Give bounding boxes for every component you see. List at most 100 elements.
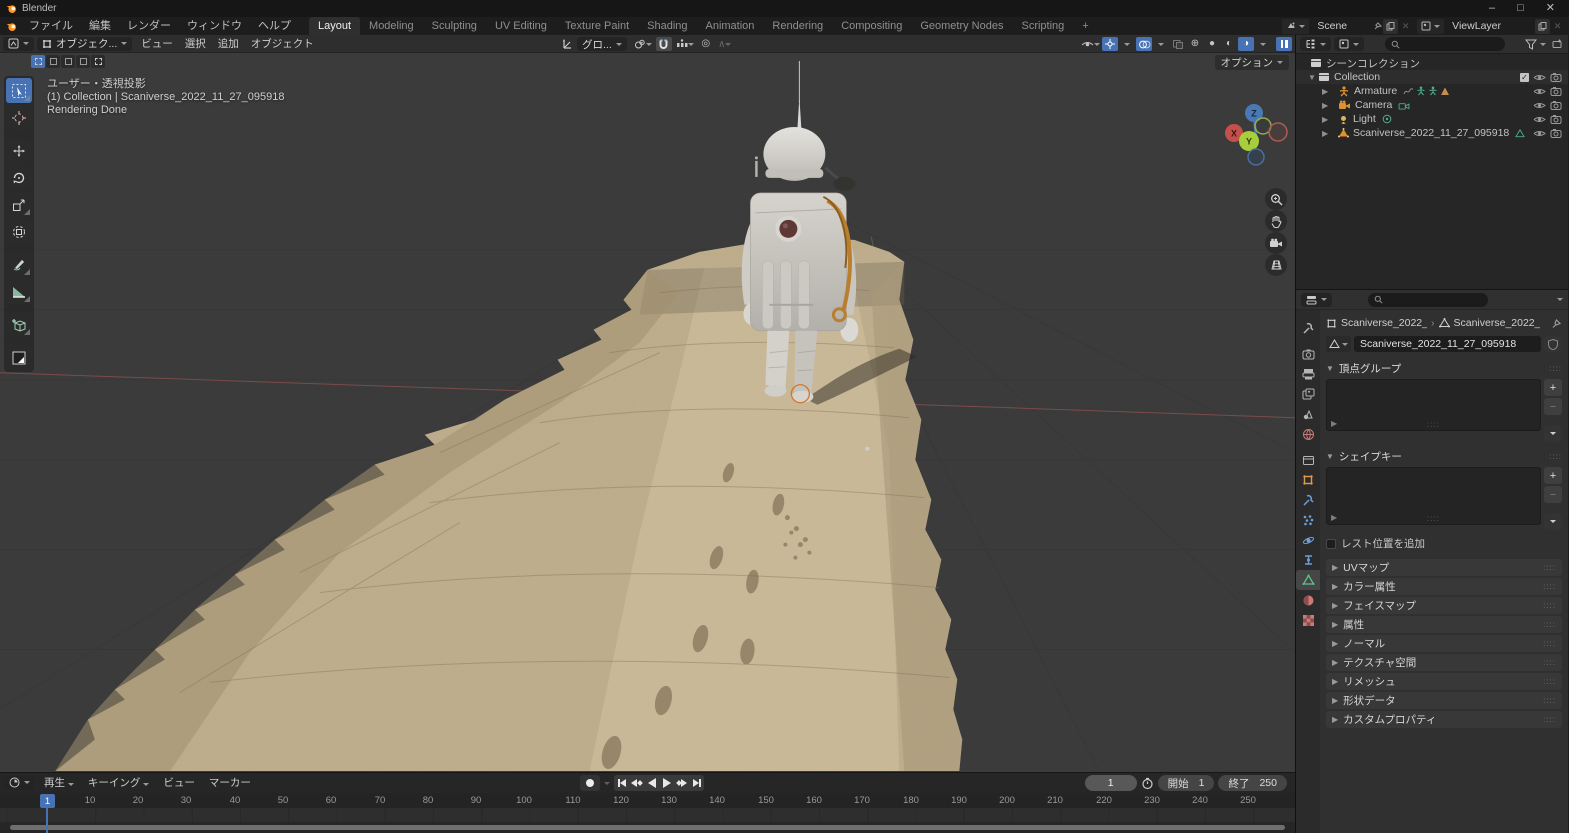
- outliner-row-light[interactable]: ▶ Light: [1296, 112, 1568, 126]
- overlays-dropdown[interactable]: [1153, 37, 1169, 51]
- tab-shading[interactable]: Shading: [638, 17, 696, 35]
- tool-add-cube[interactable]: [6, 312, 32, 337]
- 3d-viewport[interactable]: オプション: [0, 53, 1295, 772]
- select-mode-subtract[interactable]: [61, 55, 75, 68]
- show-overlays-toggle[interactable]: [1136, 37, 1152, 51]
- tab-sculpting[interactable]: Sculpting: [423, 17, 486, 35]
- xray-toggle[interactable]: [1170, 37, 1186, 51]
- vertex-groups-list[interactable]: ▶::::: [1326, 379, 1541, 431]
- tab-world[interactable]: [1296, 424, 1320, 444]
- menu-edit[interactable]: 編集: [81, 17, 119, 35]
- panel-uv-maps[interactable]: ▶UVマップ::::: [1326, 559, 1562, 576]
- timeline-ruler[interactable]: 10 20 30 40 50 60 70 80 90 100 110 120 1…: [0, 793, 1295, 809]
- options-dropdown[interactable]: オプション: [1215, 55, 1290, 70]
- menu-render[interactable]: レンダー: [119, 17, 179, 35]
- tab-particles[interactable]: [1296, 510, 1320, 530]
- new-collection-button[interactable]: [1549, 37, 1564, 52]
- shape-key-specials-button[interactable]: [1544, 513, 1562, 530]
- rest-position-checkbox[interactable]: [1326, 539, 1336, 549]
- close-button[interactable]: ✕: [1546, 1, 1555, 16]
- viewport-menu-add[interactable]: 追加: [212, 36, 245, 51]
- filter-icon[interactable]: [1525, 39, 1537, 50]
- shading-rendered-button[interactable]: ◑: [1238, 37, 1254, 51]
- pivot-point-dropdown[interactable]: [633, 37, 653, 51]
- tab-rendering[interactable]: Rendering: [763, 17, 832, 35]
- mesh-name-field[interactable]: Scaniverse_2022_11_27_095918: [1354, 336, 1541, 352]
- outliner-row-camera[interactable]: ▶ Camera: [1296, 98, 1568, 112]
- shading-material-button[interactable]: ◐: [1221, 37, 1237, 51]
- current-frame-field[interactable]: 1: [1085, 775, 1137, 791]
- hide-eye-icon[interactable]: [1533, 115, 1546, 124]
- vertex-group-specials-button[interactable]: [1544, 425, 1562, 442]
- hide-eye-icon[interactable]: [1533, 73, 1546, 82]
- jump-to-end-button[interactable]: [689, 775, 704, 791]
- pause-render-button[interactable]: [1276, 37, 1292, 51]
- hide-eye-icon[interactable]: [1533, 129, 1546, 138]
- tool-rotate[interactable]: [6, 165, 32, 190]
- render-visibility-icon[interactable]: [1550, 114, 1562, 124]
- render-visibility-icon[interactable]: [1550, 128, 1562, 138]
- tab-view-layer[interactable]: [1296, 384, 1320, 404]
- tab-material[interactable]: [1296, 590, 1320, 610]
- auto-keying-button[interactable]: [580, 775, 600, 791]
- tab-layout[interactable]: Layout: [309, 17, 360, 35]
- shape-keys-list[interactable]: ▶::::: [1326, 467, 1541, 525]
- shape-key-remove-button[interactable]: −: [1544, 486, 1562, 503]
- camera-view-button[interactable]: [1265, 232, 1287, 254]
- shading-wireframe-button[interactable]: ⊕: [1187, 37, 1203, 51]
- select-mode-extend[interactable]: [46, 55, 60, 68]
- tab-scripting[interactable]: Scripting: [1012, 17, 1073, 35]
- outliner-row-armature[interactable]: ▶ Armature: [1296, 84, 1568, 98]
- hide-eye-icon[interactable]: [1533, 101, 1546, 110]
- pan-button[interactable]: [1265, 210, 1287, 232]
- fake-user-button[interactable]: [1544, 336, 1562, 352]
- tab-render[interactable]: [1296, 344, 1320, 364]
- breadcrumb-object[interactable]: Scaniverse_2022_1...: [1341, 317, 1427, 329]
- viewlayer-name[interactable]: ViewLayer: [1444, 20, 1535, 32]
- shape-keys-panel-header[interactable]: ▼ シェイプキー ::::: [1326, 448, 1562, 464]
- tab-tool[interactable]: [1296, 318, 1320, 338]
- panel-custom-properties[interactable]: ▶カスタムプロパティ::::: [1326, 711, 1562, 728]
- tab-object[interactable]: [1296, 470, 1320, 490]
- panel-color-attributes[interactable]: ▶カラー属性::::: [1326, 578, 1562, 595]
- mode-selector[interactable]: オブジェク...: [37, 37, 132, 51]
- tab-collection[interactable]: [1296, 450, 1320, 470]
- shading-solid-button[interactable]: ●: [1204, 37, 1220, 51]
- scene-browse-button[interactable]: [1282, 19, 1309, 34]
- vertex-group-add-button[interactable]: +: [1544, 379, 1562, 396]
- remove-viewlayer-button[interactable]: ✕: [1550, 19, 1565, 34]
- sand-path-mesh[interactable]: [0, 53, 1295, 771]
- menu-window[interactable]: ウィンドウ: [179, 17, 250, 35]
- timeline-menu-view[interactable]: ビュー: [157, 775, 201, 790]
- timeline-menu-playback[interactable]: 再生: [38, 775, 80, 790]
- playhead[interactable]: 1: [40, 794, 55, 808]
- navigation-gizmo[interactable]: Z X Y: [1219, 81, 1289, 176]
- end-frame-value[interactable]: 250: [1259, 777, 1277, 789]
- tab-uv-editing[interactable]: UV Editing: [486, 17, 556, 35]
- outliner-editor-type-button[interactable]: [1300, 37, 1331, 51]
- editor-type-button[interactable]: [3, 37, 34, 51]
- object-type-visibility-dropdown[interactable]: [1080, 37, 1101, 51]
- select-mode-set[interactable]: [31, 55, 45, 68]
- tab-object-data[interactable]: [1296, 570, 1320, 590]
- snap-target-dropdown[interactable]: [675, 37, 695, 51]
- outliner-row-scaniverse[interactable]: ▶ Scaniverse_2022_11_27_095918: [1296, 126, 1568, 140]
- panel-face-maps[interactable]: ▶フェイスマップ::::: [1326, 597, 1562, 614]
- tool-scale[interactable]: [6, 192, 32, 217]
- prev-keyframe-button[interactable]: [629, 775, 644, 791]
- outliner-row-collection[interactable]: ▼ Collection ✓: [1296, 70, 1568, 84]
- proportional-editing-toggle[interactable]: ◎: [698, 37, 714, 51]
- menu-file[interactable]: ファイル: [21, 17, 81, 35]
- minimize-button[interactable]: –: [1489, 1, 1495, 16]
- maximize-button[interactable]: □: [1517, 1, 1524, 16]
- viewport-menu-view[interactable]: ビュー: [135, 36, 179, 51]
- ortho-toggle-button[interactable]: [1265, 254, 1287, 276]
- proportional-falloff-dropdown[interactable]: ∧: [717, 37, 733, 51]
- tab-constraints[interactable]: [1296, 550, 1320, 570]
- scene-name[interactable]: Scene: [1309, 20, 1373, 32]
- shape-key-add-button[interactable]: +: [1544, 467, 1562, 484]
- add-workspace-button[interactable]: +: [1073, 17, 1097, 35]
- timeline-editor-type-button[interactable]: [4, 776, 35, 790]
- menu-help[interactable]: ヘルプ: [250, 17, 299, 35]
- vertex-group-remove-button[interactable]: −: [1544, 398, 1562, 415]
